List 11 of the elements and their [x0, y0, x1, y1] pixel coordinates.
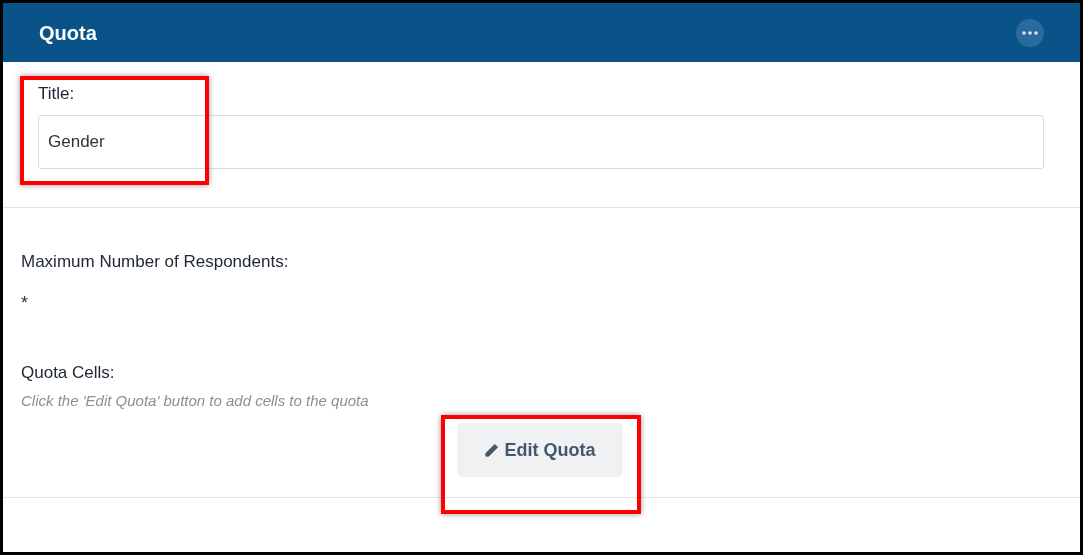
more-icon — [1022, 30, 1038, 35]
field-label: Quota Cells: — [21, 362, 116, 384]
title-field[interactable]: Gender — [38, 115, 1044, 169]
field-label: Title: — [38, 84, 76, 104]
panel-title: Quota — [39, 20, 97, 46]
pencil-icon — [483, 442, 499, 458]
more-button[interactable] — [1016, 18, 1044, 47]
field-value: * — [21, 292, 29, 314]
edit-button[interactable]: Edit Quota — [456, 423, 623, 477]
hint-text: Click the 'Edit Quota' button to add cells to the quota — [21, 392, 370, 410]
field-label: Maximum Number of Respondents: — [21, 251, 290, 273]
